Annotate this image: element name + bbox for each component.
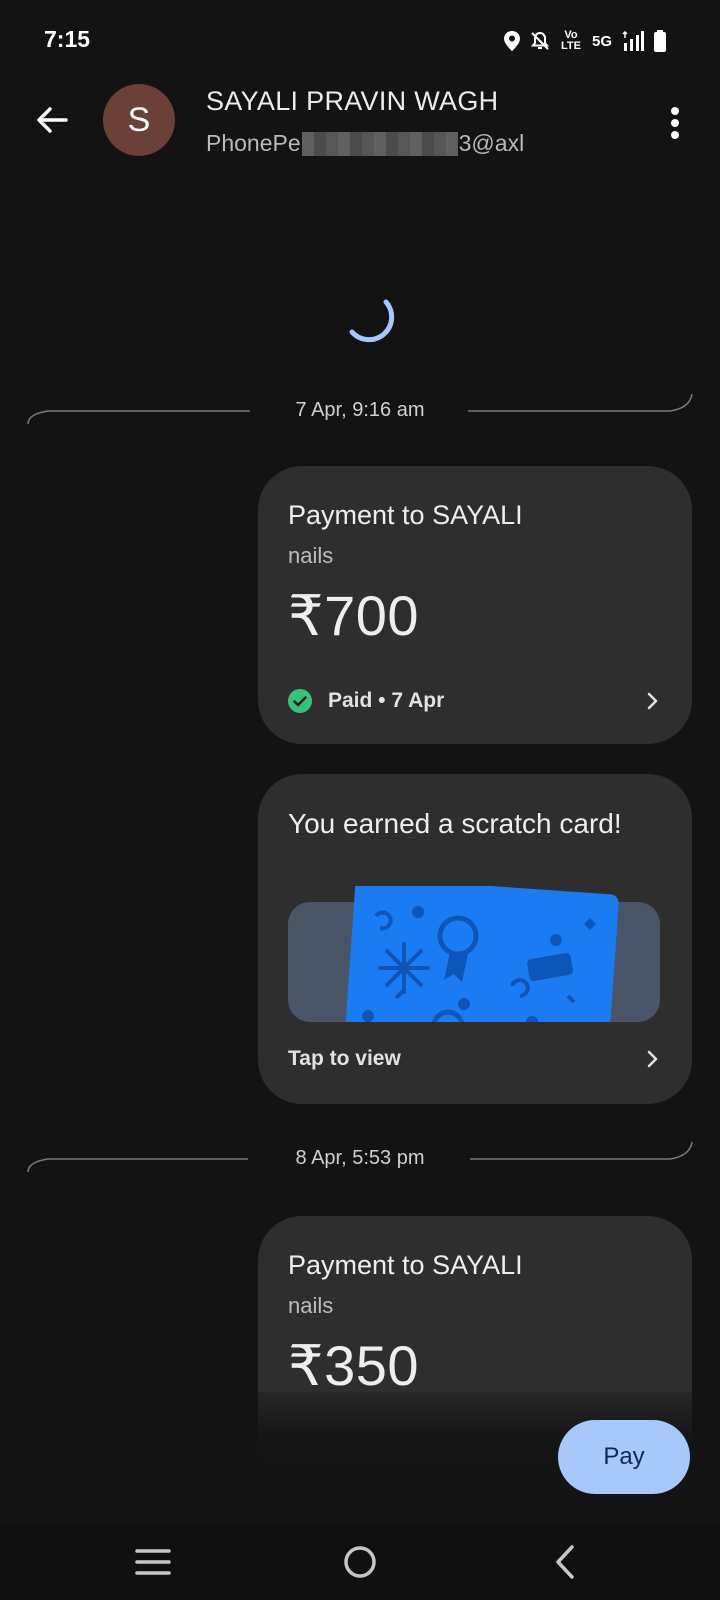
more-options-button[interactable]	[660, 104, 690, 142]
date-label: 8 Apr, 5:53 pm	[295, 1147, 425, 1169]
check-circle-icon	[288, 689, 312, 713]
bell-off-icon	[530, 31, 550, 50]
payment-amount: ₹700	[288, 584, 420, 647]
payment-note: nails	[288, 1293, 334, 1318]
system-nav-bar	[0, 1522, 720, 1600]
back-button[interactable]	[32, 100, 72, 140]
payment-title: Payment to SAYALI	[288, 500, 523, 530]
signal-icon	[622, 31, 644, 51]
status-time: 7:15	[44, 26, 91, 52]
upi-suffix: 3@axl	[458, 130, 525, 156]
scratch-card-image	[288, 886, 660, 1022]
date-separator: 8 Apr, 5:53 pm	[0, 1132, 720, 1192]
payment-note: nails	[288, 543, 334, 568]
chevron-right-icon	[647, 692, 658, 710]
scratch-card[interactable]: You earned a scratch card! Tap to view	[258, 774, 692, 1104]
payment-amount: ₹350	[288, 1334, 420, 1397]
network-type: 5G	[591, 32, 612, 50]
chevron-right-icon	[647, 1050, 658, 1068]
recents-icon[interactable]	[133, 1542, 173, 1582]
back-nav-icon[interactable]	[546, 1542, 586, 1582]
location-icon	[503, 31, 520, 51]
back-arrow-icon	[37, 107, 68, 133]
payment-title: Payment to SAYALI	[288, 1250, 523, 1280]
more-vert-icon	[671, 107, 679, 139]
scratch-card-title: You earned a scratch card!	[288, 808, 622, 839]
payment-status-row: Paid • 7 Apr	[288, 688, 662, 714]
redacted-mask	[301, 131, 458, 156]
scratch-card-cta: Tap to view	[288, 1047, 401, 1070]
contact-name: SAYALI PRAVIN WAGH	[206, 86, 499, 116]
status-icons: Vo LTE 5G	[503, 28, 666, 54]
upi-prefix: PhonePe	[206, 130, 301, 156]
scratch-card-cta-row: Tap to view	[288, 1046, 662, 1072]
date-label: 7 Apr, 9:16 am	[295, 399, 425, 421]
home-icon[interactable]	[340, 1542, 380, 1582]
payment-status: Paid • 7 Apr	[328, 689, 445, 712]
battery-icon	[654, 30, 666, 52]
date-separator: 7 Apr, 9:16 am	[0, 384, 720, 444]
contact-upi-id: PhonePe 3@axl	[206, 130, 524, 157]
volte-icon: Vo LTE	[561, 29, 581, 52]
pay-button[interactable]: Pay	[558, 1420, 690, 1494]
avatar[interactable]: S	[103, 84, 175, 156]
loading-spinner	[349, 299, 395, 343]
payment-card[interactable]: Payment to SAYALI nails ₹700 Paid • 7 Ap…	[258, 466, 692, 744]
